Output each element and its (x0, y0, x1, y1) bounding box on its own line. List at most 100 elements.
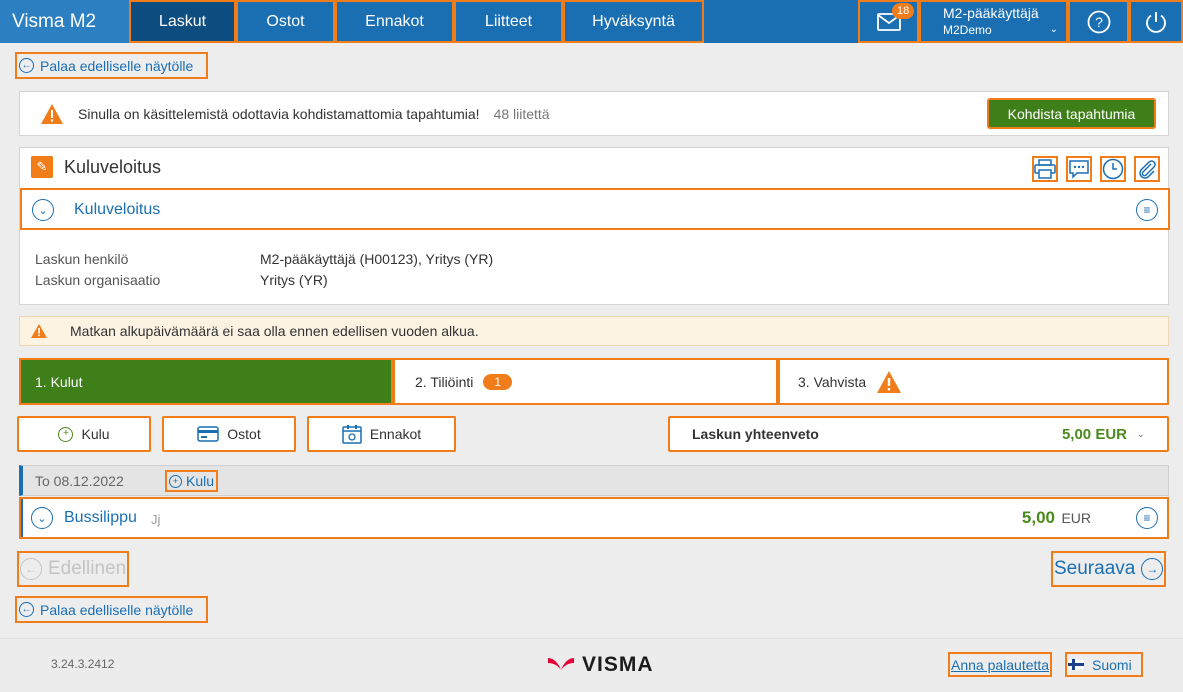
feedback-link[interactable]: Anna palautetta (948, 652, 1053, 677)
notice-text: Sinulla on käsittelemistä odottavia kohd… (78, 105, 480, 122)
summary-label: Laskun yhteenveto (692, 426, 819, 442)
invoice-summary-dropdown[interactable]: Laskun yhteenveto 5,00 EUR ⌄ (668, 416, 1169, 452)
attachments-button[interactable] (1134, 156, 1160, 182)
advances-label: Ennakot (369, 426, 422, 442)
menu-icon[interactable]: ≡ (1136, 507, 1158, 529)
top-navigation: Visma M2 Laskut Ostot Ennakot Liitteet H… (0, 0, 1183, 43)
chevron-down-icon[interactable]: ⌄ (32, 199, 54, 221)
tab-ostot[interactable]: Ostot (236, 0, 335, 43)
step-label: 1. Kulut (35, 373, 83, 390)
user-menu[interactable]: M2-pääkäyttäjä M2Demo ⌄ (919, 0, 1068, 43)
previous-button[interactable]: ← Edellinen (17, 551, 130, 587)
chevron-down-icon[interactable]: ⌄ (31, 507, 53, 529)
expense-currency: EUR (1061, 510, 1091, 526)
step-label: 2. Tiliöinti (415, 373, 474, 390)
messages-button[interactable]: 18 (858, 0, 919, 43)
clock-icon (1102, 158, 1124, 180)
visma-logo: VISMA (546, 653, 654, 677)
svg-text:?: ? (1095, 14, 1103, 30)
invoice-title: Kuluveloitus (64, 157, 162, 177)
step-kulut[interactable]: 1. Kulut (19, 358, 393, 405)
back-link-top[interactable]: ← Palaa edelliselle näytölle (15, 52, 208, 79)
purchases-label: Ostot (227, 426, 261, 442)
print-button[interactable] (1032, 156, 1058, 182)
step-tiliointi[interactable]: 2. Tiliöinti 1 (393, 358, 778, 405)
language-label: Suomi (1092, 656, 1132, 673)
step-vahvista[interactable]: 3. Vahvista (778, 358, 1169, 405)
back-link-bottom[interactable]: ← Palaa edelliselle näytölle (15, 596, 208, 623)
user-org: M2Demo (943, 23, 992, 37)
language-selector[interactable]: Suomi (1065, 652, 1143, 677)
arrow-left-icon: ← (19, 602, 34, 617)
attachment-count: 48 liitettä (493, 105, 550, 122)
warning-text: Matkan alkupäivämäärä ei saa olla ennen … (70, 323, 479, 339)
credit-card-icon (197, 426, 220, 442)
warning-icon (877, 370, 902, 393)
app-title[interactable]: Visma M2 (0, 0, 129, 43)
chevron-down-icon: ⌄ (1136, 428, 1145, 440)
back-link-label: Palaa edelliselle näytölle (40, 57, 194, 74)
step-badge: 1 (483, 373, 513, 390)
step-label: 3. Vahvista (798, 373, 867, 390)
warning-icon (41, 103, 63, 124)
calendar-money-icon (342, 425, 362, 444)
expense-description: Jj (151, 512, 161, 527)
finland-flag-icon (1068, 659, 1084, 670)
tab-hyvaksynta[interactable]: Hyväksyntä (563, 0, 704, 43)
invoice-card: ✎ Kuluveloitus ⌄ Kuluveloitus ≡ Laskun h… (19, 147, 1170, 305)
user-name: M2-pääkäyttäjä (943, 5, 1039, 21)
assign-transactions-button[interactable]: Kohdista tapahtumia (987, 98, 1156, 129)
field-label-person: Laskun henkilö (35, 251, 129, 267)
logout-button[interactable] (1129, 0, 1183, 43)
expense-date-row: To 08.12.2022 + Kulu (19, 465, 1169, 496)
edit-icon[interactable]: ✎ (31, 156, 53, 178)
invoice-subtitle: Kuluveloitus (74, 201, 161, 218)
advances-button[interactable]: Ennakot (307, 416, 456, 452)
visma-wordmark: VISMA (582, 653, 654, 676)
menu-icon[interactable]: ≡ (1136, 199, 1158, 221)
add-expense-label: Kulu (81, 426, 110, 442)
version-label: 3.24.3.2412 (51, 657, 115, 671)
expense-amount: 5,00 (1021, 508, 1055, 527)
warning-icon (31, 324, 47, 338)
field-value-person: M2-pääkäyttäjä (H00123), Yritys (YR) (260, 251, 494, 267)
add-expense-inline-label: Kulu (186, 473, 215, 489)
field-label-organisation: Laskun organisaatio (35, 272, 161, 288)
messages-count-badge: 18 (892, 3, 915, 19)
date-warning: Matkan alkupäivämäärä ei saa olla ennen … (19, 316, 1169, 346)
arrow-right-icon: → (1141, 558, 1164, 580)
footer: 3.24.3.2412 VISMA Anna palautetta Suomi (0, 638, 1183, 692)
expense-name: Bussilippu (64, 509, 137, 526)
expense-row[interactable]: ⌄ Bussilippu Jj 5,00 EUR ≡ (19, 497, 1169, 539)
step-wizard: 1. Kulut 2. Tiliöinti 1 3. Vahvista (19, 358, 1169, 405)
add-expense-inline-button[interactable]: + Kulu (165, 470, 219, 492)
power-icon (1146, 11, 1166, 33)
unassigned-transactions-notice: Sinulla on käsittelemistä odottavia kohd… (19, 91, 1169, 136)
summary-amount: 5,00 EUR (1061, 425, 1127, 443)
printer-icon (1034, 159, 1056, 179)
tab-laskut[interactable]: Laskut (129, 0, 236, 43)
add-expense-button[interactable]: + Kulu (17, 416, 151, 452)
expense-date: To 08.12.2022 (35, 472, 124, 489)
tab-ennakot[interactable]: Ennakot (335, 0, 454, 43)
plus-circle-icon: + (169, 474, 182, 488)
help-icon: ? (1087, 10, 1110, 33)
purchases-button[interactable]: Ostot (162, 416, 296, 452)
speech-bubble-icon (1069, 160, 1089, 179)
chevron-down-icon: ⌄ (1049, 24, 1058, 35)
invoice-subheader[interactable]: ⌄ Kuluveloitus ≡ (20, 188, 1170, 230)
plus-circle-icon: + (58, 426, 74, 442)
paperclip-icon (1139, 160, 1156, 179)
next-button[interactable]: Seuraava → (1051, 551, 1167, 587)
help-button[interactable]: ? (1068, 0, 1129, 43)
arrow-left-icon: ← (20, 558, 42, 580)
arrow-left-icon: ← (19, 58, 34, 73)
back-link-label: Palaa edelliselle näytölle (40, 601, 194, 618)
previous-label: Edellinen (48, 558, 127, 579)
history-button[interactable] (1100, 156, 1126, 182)
tab-liitteet[interactable]: Liitteet (454, 0, 563, 43)
next-label: Seuraava (1054, 558, 1136, 579)
comments-button[interactable] (1066, 156, 1092, 182)
field-value-organisation: Yritys (YR) (260, 272, 328, 288)
visma-logo-mark (548, 658, 574, 670)
